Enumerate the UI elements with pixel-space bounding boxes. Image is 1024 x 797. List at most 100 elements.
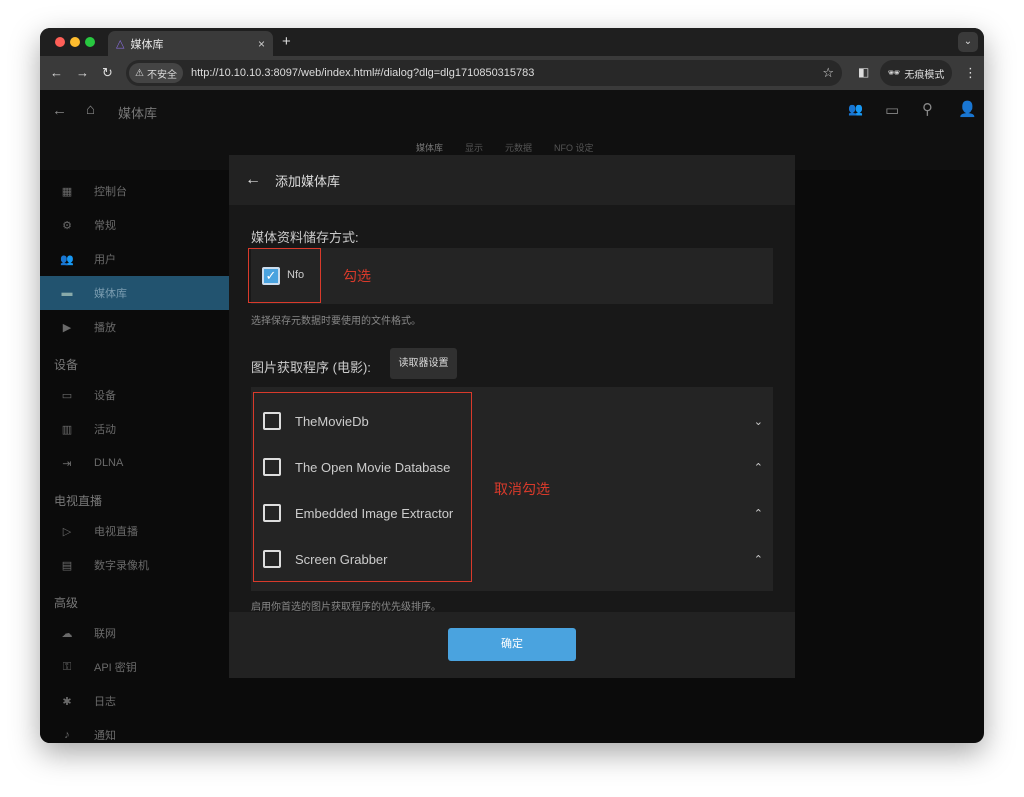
sidebar-item-notifications[interactable]: ♪ 通知 xyxy=(40,718,229,743)
users-icon[interactable]: 👥 xyxy=(848,102,863,116)
bug-icon: ✱ xyxy=(62,695,72,708)
sidebar-item-label: 常规 xyxy=(94,220,116,232)
chevron-up-icon[interactable]: ⌃ xyxy=(754,461,763,474)
sidebar-item-users[interactable]: 👥 用户 xyxy=(40,242,229,276)
sidebar-item-logs[interactable]: ✱ 日志 xyxy=(40,684,229,718)
sidebar: ▦ 控制台 ⚙ 常规 👥 用户 ▬ 媒体库 ▶ 播放 设备 ▭ 设备 ▥ 活动 ⇥ DLNA 电… xyxy=(40,170,229,743)
sidebar-item-label: 用户 xyxy=(94,254,116,266)
section-livetv: 电视直播 xyxy=(54,494,103,508)
sidebar-item-playback[interactable]: ▶ 播放 xyxy=(40,310,229,344)
sidebar-item-label: 播放 xyxy=(94,322,116,334)
devices-icon: ▭ xyxy=(61,389,73,402)
sidebar-item-livetv[interactable]: ▷ 电视直播 xyxy=(40,514,229,548)
metadata-hint: 选择保存元数据时要使用的文件格式。 xyxy=(251,316,421,327)
sidebar-item-dlna[interactable]: ⇥ DLNA xyxy=(40,446,229,480)
sidebar-item-general[interactable]: ⚙ 常规 xyxy=(40,208,229,242)
subtab-nfo[interactable]: NFO 设定 xyxy=(554,143,594,153)
new-tab-button[interactable]: + xyxy=(282,33,291,50)
search-icon[interactable]: ⚲ xyxy=(922,100,933,118)
sidebar-item-label: 电视直播 xyxy=(94,526,138,538)
cloud-icon: ☁ xyxy=(61,627,73,640)
minimize-window-button[interactable] xyxy=(70,37,80,47)
page-title: 媒体库 xyxy=(118,106,158,121)
sidebar-item-label: 媒体库 xyxy=(94,288,127,300)
close-tab-icon[interactable]: × xyxy=(258,37,265,51)
sidebar-item-label: DLNA xyxy=(94,457,124,469)
sidebar-item-label: 通知 xyxy=(94,730,116,742)
activity-icon: ▥ xyxy=(61,423,73,436)
sidebar-item-label: 数字录像机 xyxy=(94,560,149,572)
ok-button[interactable]: 确定 xyxy=(448,628,576,661)
annotation-check: 勾选 xyxy=(343,268,371,284)
metadata-savers-list: ✓ Nfo xyxy=(251,248,773,304)
browser-window: △ 媒体库 × + ⌄ ← → ↻ ⚠ 不安全 http://10.10.10.3:8… xyxy=(40,28,984,743)
subtab-display[interactable]: 显示 xyxy=(465,143,483,153)
url-text: http://10.10.10.3:8097/web/index.html#/d… xyxy=(190,67,535,79)
section-devices: 设备 xyxy=(54,358,79,372)
folder-icon: ▬ xyxy=(61,287,73,299)
section-advanced: 高级 xyxy=(54,596,79,610)
tab-search-button[interactable]: ⌄ xyxy=(958,32,978,52)
sidebar-item-label: 控制台 xyxy=(94,186,127,198)
incognito-button[interactable]: 🕶 无痕模式 xyxy=(880,60,952,86)
close-window-button[interactable] xyxy=(55,37,65,47)
chevron-up-icon[interactable]: ⌃ xyxy=(754,553,763,566)
sidebar-item-dashboard[interactable]: ▦ 控制台 xyxy=(40,174,229,208)
sidebar-item-label: 日志 xyxy=(94,696,116,708)
add-library-dialog: ← 添加媒体库 媒体资料储存方式: ✓ Nfo 勾选 选择保存元数据时要使用的文… xyxy=(229,155,795,678)
fetchers-hint: 启用你首选的图片获取程序的优先级排序。 xyxy=(251,602,441,613)
forward-icon[interactable]: → xyxy=(76,65,89,80)
dialog-footer: 确定 xyxy=(229,612,795,678)
security-badge[interactable]: ⚠ 不安全 xyxy=(129,63,183,83)
back-arrow-icon[interactable]: ← xyxy=(245,171,261,189)
security-label: 不安全 xyxy=(146,69,177,81)
tab-bar: △ 媒体库 × + ⌄ xyxy=(40,28,984,56)
metadata-savers-label: 媒体资料储存方式: xyxy=(251,230,359,245)
bell-icon: ♪ xyxy=(64,729,70,741)
sidebar-item-api-keys[interactable]: ⚿ API 密钥 xyxy=(40,650,229,684)
image-fetchers-label: 图片获取程序 (电影): xyxy=(251,360,371,375)
sidebar-item-label: 设备 xyxy=(94,390,116,402)
annotation-box xyxy=(253,392,472,582)
sidebar-item-label: API 密钥 xyxy=(94,662,137,674)
key-icon: ⚿ xyxy=(62,660,72,673)
sidebar-item-dvr[interactable]: ▤ 数字录像机 xyxy=(40,548,229,582)
url-field[interactable]: ⚠ 不安全 http://10.10.10.3:8097/web/index.ht… xyxy=(126,60,842,86)
incognito-label: 无痕模式 xyxy=(904,69,945,81)
dvr-icon: ▤ xyxy=(61,559,73,572)
address-bar: ← → ↻ ⚠ 不安全 http://10.10.10.3:8097/web/in… xyxy=(40,56,984,90)
browser-tab[interactable]: △ 媒体库 × xyxy=(108,31,273,56)
subtab-metadata[interactable]: 元数据 xyxy=(505,143,532,153)
annotation-box xyxy=(248,248,321,303)
dashboard-icon: ▦ xyxy=(61,185,73,198)
sidebar-item-activity[interactable]: ▥ 活动 xyxy=(40,412,229,446)
sidebar-item-networking[interactable]: ☁ 联网 xyxy=(40,616,229,650)
tv-icon: ▷ xyxy=(62,525,72,538)
menu-icon[interactable]: ⋮ xyxy=(964,65,977,81)
chevron-up-icon[interactable]: ⌃ xyxy=(754,507,763,520)
warning-icon: ⚠ xyxy=(135,67,144,79)
fetcher-settings-button[interactable]: 读取器设置 xyxy=(390,348,457,379)
back-arrow-icon[interactable]: ← xyxy=(52,102,67,119)
reload-icon[interactable]: ↻ xyxy=(102,65,113,81)
play-icon: ▶ xyxy=(62,321,72,334)
sidebar-item-libraries[interactable]: ▬ 媒体库 xyxy=(40,276,229,310)
tab-title: 媒体库 xyxy=(130,38,164,51)
back-icon[interactable]: ← xyxy=(50,65,63,80)
sidebar-item-label: 联网 xyxy=(94,628,116,640)
dialog-header: ← 添加媒体库 xyxy=(229,155,795,205)
sidebar-item-label: 活动 xyxy=(94,424,116,436)
side-panel-icon[interactable]: ◧ xyxy=(858,65,869,79)
gear-icon: ⚙ xyxy=(62,219,72,232)
sidebar-item-devices[interactable]: ▭ 设备 xyxy=(40,378,229,412)
user-icon[interactable]: 👤 xyxy=(958,100,977,118)
cast-icon[interactable]: ▭ xyxy=(885,101,899,119)
maximize-window-button[interactable] xyxy=(85,37,95,47)
subtab-library[interactable]: 媒体库 xyxy=(416,143,443,153)
bookmark-star-icon[interactable]: ☆ xyxy=(822,65,834,81)
annotation-uncheck: 取消勾选 xyxy=(494,481,550,497)
chevron-down-icon[interactable]: ⌄ xyxy=(754,415,763,428)
input-icon: ⇥ xyxy=(62,457,72,470)
home-icon[interactable]: ⌂ xyxy=(86,101,95,118)
users-icon: 👥 xyxy=(60,253,74,266)
